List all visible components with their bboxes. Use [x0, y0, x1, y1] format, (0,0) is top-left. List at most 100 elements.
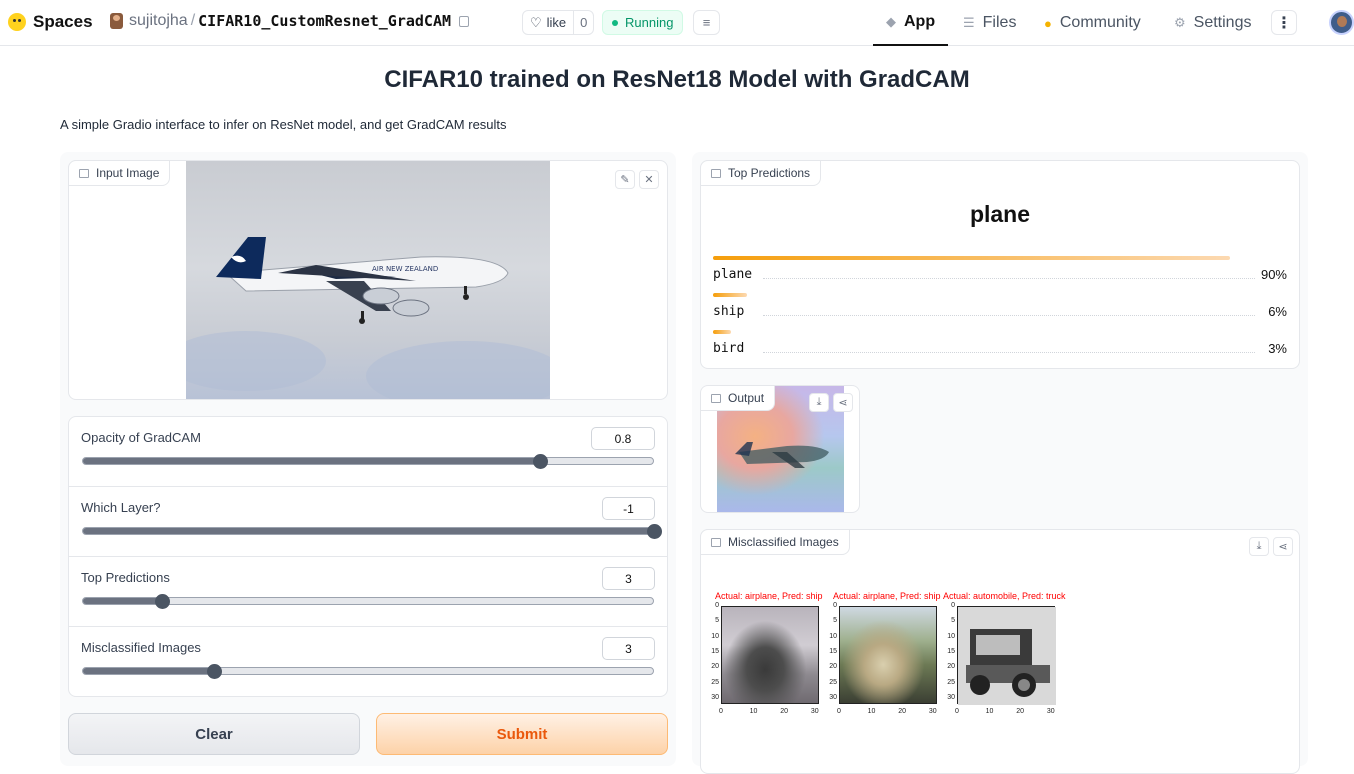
like-button[interactable]: ♡ like 0 — [522, 10, 595, 35]
x-tick-label: 20 — [1016, 708, 1025, 715]
clear-image-button[interactable]: ✕ — [639, 170, 659, 189]
breadcrumb-user[interactable]: sujitojha — [129, 12, 188, 30]
y-tick-label: 10 — [947, 632, 955, 640]
misclassified-caption: Actual: airplane, Pred: ship — [715, 591, 823, 601]
share-icon: ⋖ — [1278, 541, 1288, 553]
input-image-panel[interactable]: AIR NEW ZEALAND ✎ ✕ Input Image — [68, 160, 668, 400]
chart-icon — [711, 168, 721, 178]
submit-button[interactable]: Submit — [376, 713, 668, 755]
share-button[interactable]: ⋖ — [1273, 537, 1293, 556]
output-label: Output — [701, 386, 776, 411]
layer-label: Which Layer? — [81, 500, 161, 515]
status-dot-icon — [612, 19, 618, 26]
input-image-label: Input Image — [68, 160, 171, 186]
x-tick-label: 10 — [867, 708, 876, 715]
clear-button[interactable]: Clear — [68, 713, 360, 755]
prediction-percent: 6% — [1268, 304, 1287, 319]
prediction-row: bird 3% — [713, 330, 1287, 367]
misclassified-slider-row: Misclassified Images 3 — [69, 627, 667, 696]
download-button[interactable]: ⤓ — [1249, 537, 1269, 556]
x-tick-label: 10 — [749, 708, 758, 715]
x-tick-label: 10 — [985, 708, 994, 715]
account-avatar[interactable] — [1329, 10, 1354, 35]
tab-settings[interactable]: ⚙ Settings — [1174, 0, 1251, 46]
copy-icon[interactable] — [459, 15, 470, 27]
tab-app[interactable]: ◆ App — [873, 0, 949, 46]
logs-button[interactable]: ≡ — [693, 10, 720, 35]
output-label-text: Output — [728, 391, 765, 405]
opacity-slider-track[interactable] — [82, 457, 654, 465]
top-predictions-panel-label-text: Top Predictions — [728, 166, 811, 180]
layer-number-input[interactable]: -1 — [602, 497, 655, 520]
prediction-name: bird — [713, 341, 745, 356]
x-tick-label: 20 — [898, 708, 907, 715]
image-icon — [711, 537, 721, 547]
misclassified-caption: Actual: automobile, Pred: truck — [943, 591, 1066, 601]
misclassified-number-input[interactable]: 3 — [602, 637, 655, 660]
prediction-name: ship — [713, 304, 745, 319]
layer-slider-row: Which Layer? -1 — [69, 487, 667, 557]
prediction-bar — [713, 293, 748, 297]
y-tick-label: 20 — [829, 663, 837, 671]
top-predictions-panel: Top Predictions plane plane 90% ship 6% … — [700, 160, 1300, 369]
opacity-label: Opacity of GradCAM — [81, 430, 201, 445]
share-button[interactable]: ⋖ — [833, 393, 853, 412]
logs-icon: ≡ — [702, 15, 711, 30]
breadcrumb: sujitojha / CIFAR10_CustomResnet_GradCAM — [110, 12, 470, 30]
x-tick-label: 0 — [955, 708, 959, 715]
status-badge[interactable]: Running — [602, 10, 684, 35]
prediction-percent: 90% — [1260, 267, 1287, 282]
prediction-name: plane — [713, 267, 753, 282]
airplane-graphic: AIR NEW ZEALAND — [216, 237, 509, 324]
opacity-number-input[interactable]: 0.8 — [591, 427, 655, 450]
top-predictions-slider-row: Top Predictions 3 — [69, 557, 667, 627]
tab-settings-label: Settings — [1193, 14, 1252, 31]
x-tick-label: 20 — [780, 708, 789, 715]
y-tick-label: 20 — [947, 663, 955, 671]
top-predictions-slider-handle[interactable] — [155, 594, 171, 609]
y-tick-label: 0 — [833, 602, 837, 609]
opacity-slider-handle[interactable] — [532, 454, 548, 469]
layer-slider-track[interactable] — [82, 527, 654, 535]
like-label: like — [546, 15, 567, 30]
spaces-logo[interactable]: Spaces — [8, 12, 93, 32]
tab-community[interactable]: ● Community — [1044, 0, 1141, 46]
x-tick-label: 0 — [719, 708, 723, 715]
app-description: A simple Gradio interface to infer on Re… — [60, 117, 507, 132]
misclassified-caption: Actual: airplane, Pred: ship — [833, 591, 941, 601]
more-menu-button[interactable]: ⋮ — [1271, 10, 1297, 35]
user-avatar-icon — [110, 13, 123, 29]
input-image: AIR NEW ZEALAND — [186, 161, 550, 399]
misclassified-slider-track[interactable] — [82, 667, 654, 675]
y-tick-label: 10 — [711, 632, 719, 640]
download-button[interactable]: ⤓ — [809, 393, 829, 412]
more-icon: ⋮ — [1276, 14, 1292, 32]
tab-app-label: App — [904, 13, 936, 30]
y-tick-label: 5 — [951, 617, 955, 625]
top-predictions-panel-label: Top Predictions — [700, 160, 822, 186]
y-tick-label: 30 — [947, 693, 955, 701]
y-tick-label: 20 — [711, 663, 719, 671]
tab-files[interactable]: ☰ Files — [963, 0, 1016, 46]
edit-button[interactable]: ✎ — [615, 170, 635, 189]
airplane-livery-text: AIR NEW ZEALAND — [372, 265, 438, 273]
misclassified-panel-label-text: Misclassified Images — [728, 535, 839, 549]
y-tick-label: 0 — [951, 602, 955, 609]
prediction-bar — [713, 256, 1230, 260]
image-icon — [711, 393, 721, 403]
download-icon: ⤓ — [816, 396, 822, 408]
y-tick-label: 15 — [947, 647, 955, 655]
breadcrumb-separator: / — [190, 12, 196, 29]
breadcrumb-repo[interactable]: CIFAR10_CustomResnet_GradCAM — [198, 12, 451, 30]
misclassified-slider-handle[interactable] — [206, 664, 222, 679]
top-predictions-number-input[interactable]: 3 — [602, 567, 655, 590]
tab-files-label: Files — [982, 14, 1017, 31]
x-tick-label: 30 — [810, 708, 819, 715]
layer-slider-handle[interactable] — [647, 524, 662, 539]
y-tick-label: 25 — [829, 678, 837, 686]
output-panel: ⤓ ⋖ Output — [700, 385, 860, 513]
x-tick-label: 30 — [928, 708, 937, 715]
x-tick-label: 0 — [837, 708, 841, 715]
prediction-bar — [713, 330, 731, 334]
controls-panel: Opacity of GradCAM 0.8 Which Layer? -1 T… — [68, 416, 668, 697]
